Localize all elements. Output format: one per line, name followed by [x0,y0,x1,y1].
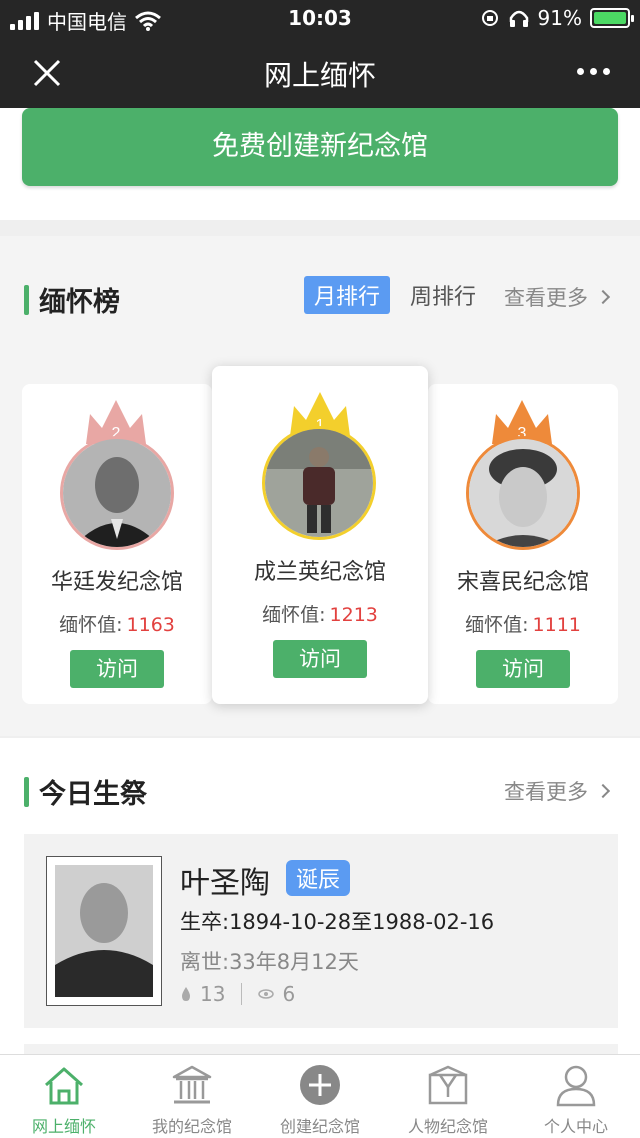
life-dates: 生卒:1894-10-28至1988-02-16 [180,910,495,934]
person-name: 叶圣陶 [180,866,270,901]
event-badge: 诞辰 [286,860,351,896]
memorial-value: 缅怀值: 1111 [465,614,581,636]
bottom-tab-bar: 网上缅怀 我的纪念馆 创建纪念馆 人物纪念馆 个人中心 [0,1054,640,1138]
avatar [262,426,376,540]
passed-duration: 离世:33年8月12天 [180,950,359,974]
more-menu-icon[interactable] [577,68,610,75]
status-bar: 中国电信 10:03 91% [0,0,640,36]
today-more-link[interactable]: 查看更多 [504,776,611,806]
headphones-icon [509,10,528,27]
flame-icon [182,987,190,1001]
tab-create-memorial[interactable]: 创建纪念馆 [256,1055,384,1138]
tab-profile[interactable]: 个人中心 [512,1055,640,1138]
rank-card-1[interactable]: 1 成兰英纪念馆 缅怀值: 1213 访问 [212,366,428,704]
visit-button[interactable]: 访问 [273,640,367,678]
rank-card-2[interactable]: 2 华廷发纪念馆 缅怀值: 1163 访问 [22,384,212,704]
title-accent-bar [24,284,29,315]
avatar [60,436,174,550]
add-circle-icon [300,1065,340,1105]
battery-percent: 91% [537,6,582,30]
orientation-lock-icon [481,10,498,26]
tab-my-memorials[interactable]: 我的纪念馆 [128,1055,256,1138]
tab-weekly[interactable]: 周排行 [410,279,476,311]
tab-home[interactable]: 网上缅怀 [0,1055,128,1138]
create-section: 免费创建新纪念馆 [0,108,640,220]
person-card[interactable]: 叶圣陶 诞辰 生卒:1894-10-28至1988-02-16 离世:33年8月… [24,834,618,1028]
ranking-section: 缅怀榜 月排行 周排行 查看更多 2 华廷发纪念馆 缅怀值:1163 访问 1 [0,236,640,736]
memorial-value: 缅怀值: 1163 [59,614,175,636]
flower-count: 13 [200,982,226,1006]
person-photo [46,856,162,1006]
tab-monthly[interactable]: 月排行 [304,276,391,314]
memorial-value: 缅怀值: 1213 [262,604,378,626]
tab-person-memorials[interactable]: 人物纪念馆 [384,1055,512,1138]
visit-button[interactable]: 访问 [70,650,164,688]
eye-icon [258,989,275,999]
create-memorial-button[interactable]: 免费创建新纪念馆 [22,108,618,186]
divider [241,983,243,1005]
view-count: 6 [282,982,296,1006]
rank-card-3[interactable]: 3 宋喜民纪念馆 缅怀值: 1111 访问 [428,384,618,704]
chevron-right-icon [595,289,611,305]
today-section: 今日生祭 查看更多 叶圣陶 诞辰 生卒:1894-10-28至1988-02-1… [0,738,640,1058]
memorial-hall-icon [172,1065,212,1104]
today-title: 今日生祭 [24,772,147,811]
ranking-more-link[interactable]: 查看更多 [504,282,611,312]
person-hall-icon [428,1065,468,1105]
visit-button[interactable]: 访问 [476,650,570,688]
page-title: 网上缅怀 [263,59,376,92]
person-stats: 13 6 [180,982,295,1006]
avatar [466,436,580,550]
user-icon [556,1065,596,1107]
nav-bar: 网上缅怀 [0,36,640,108]
battery-icon [590,8,634,28]
memorial-name: 华廷发纪念馆 [50,570,183,595]
memorial-name: 成兰英纪念馆 [253,560,386,585]
title-accent-bar [24,776,29,807]
memorial-name: 宋喜民纪念馆 [456,570,589,595]
ranking-title: 缅怀榜 [24,280,120,319]
chevron-right-icon [595,783,611,799]
home-icon [45,1067,83,1105]
